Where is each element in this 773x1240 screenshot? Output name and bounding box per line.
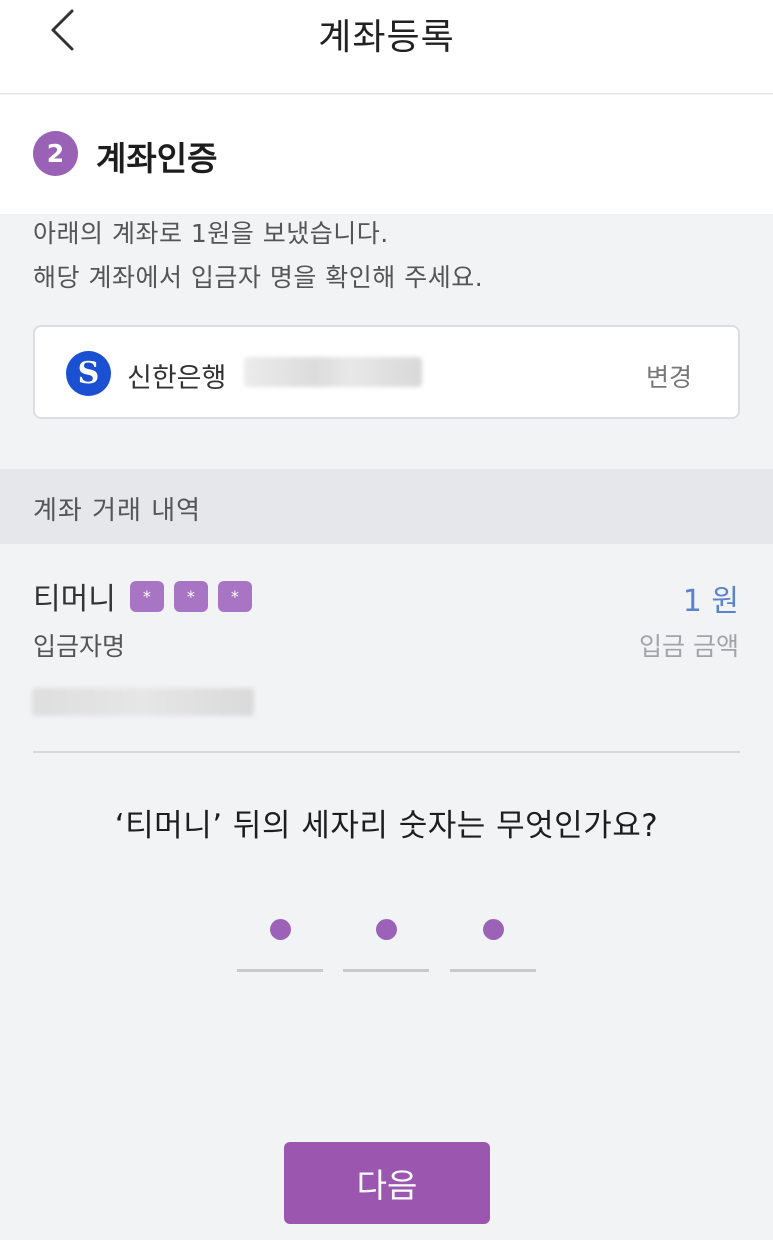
bank-name: 신한은행	[127, 363, 227, 394]
page-title: 계좌등록	[318, 17, 455, 58]
step-title: 계좌인증	[96, 139, 218, 178]
depositor-prefix: 티머니	[33, 582, 116, 617]
pin-input-2[interactable]	[343, 900, 429, 972]
pin-dot	[270, 919, 291, 940]
pin-underline	[450, 969, 536, 972]
transaction-date-blurred	[32, 688, 254, 716]
deposit-amount: 1 원	[682, 584, 739, 619]
description-line-1: 아래의 계좌로 1원을 보냈습니다.	[33, 219, 389, 248]
verification-question: ‘티머니’ 뒤의 세자리 숫자는 무엇인가요?	[114, 808, 659, 844]
change-account-button[interactable]: 변경	[646, 358, 692, 394]
section-label: 계좌 거래 내역	[33, 496, 202, 526]
next-button[interactable]: 다음	[284, 1142, 490, 1224]
pin-underline	[237, 969, 323, 972]
header-bar: 계좌등록	[0, 0, 773, 94]
step-number-badge: 2	[33, 131, 78, 176]
depositor-caption: 입금자명	[33, 632, 126, 661]
masked-digit-1: *	[129, 580, 164, 612]
shinhan-bank-logo-icon: S	[66, 351, 111, 396]
masked-digit-3: *	[217, 580, 252, 612]
amount-caption: 입금 금액	[639, 632, 739, 661]
depositor-name: 티머니 * * *	[33, 574, 262, 618]
transaction-history-header: 계좌 거래 내역	[0, 469, 773, 544]
account-card: S 신한은행 변경	[33, 325, 740, 419]
pin-dot	[376, 919, 397, 940]
divider	[33, 751, 740, 753]
pin-underline	[343, 969, 429, 972]
masked-digit-2: *	[173, 580, 208, 612]
description-line-2: 해당 계좌에서 입금자 명을 확인해 주세요.	[33, 263, 484, 292]
account-number-blurred	[244, 357, 422, 387]
pin-input-3[interactable]	[450, 900, 536, 972]
pin-input-1[interactable]	[237, 900, 323, 972]
pin-dot	[483, 919, 504, 940]
